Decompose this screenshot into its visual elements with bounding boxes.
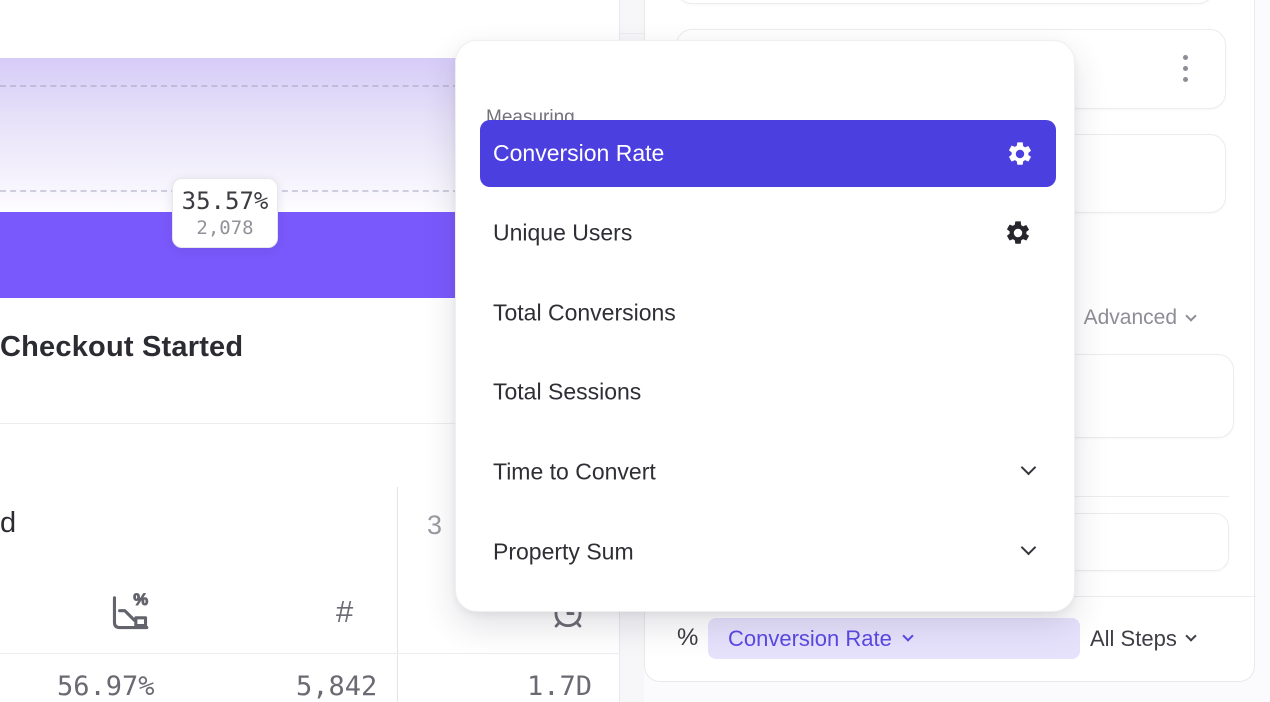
svg-text:%: %	[133, 590, 148, 609]
table-step-name-fragment: d	[0, 507, 16, 540]
menu-item-unique-users[interactable]: Unique Users	[493, 220, 632, 247]
table-row-divider	[0, 653, 620, 654]
menu-item-total-conversions[interactable]: Total Conversions	[493, 300, 676, 327]
measuring-dropdown: Measuring Conversion Rate Unique Users T…	[455, 40, 1075, 612]
menu-item-property-sum[interactable]: Property Sum	[493, 539, 634, 566]
menu-item-conversion-rate[interactable]: Conversion Rate	[480, 120, 1056, 187]
all-steps-label: All Steps	[1090, 626, 1177, 652]
builder-row-card-top[interactable]	[676, 0, 1214, 4]
chevron-down-icon	[1185, 630, 1196, 641]
gear-icon[interactable]	[1004, 219, 1032, 247]
gear-icon[interactable]	[1006, 140, 1034, 168]
kebab-menu-icon[interactable]	[1183, 55, 1189, 82]
measuring-chip-button[interactable]: Conversion Rate	[708, 618, 1080, 659]
menu-item-label: Conversion Rate	[493, 140, 664, 167]
chevron-down-icon	[1185, 310, 1196, 321]
percent-symbol: %	[677, 624, 698, 652]
menu-item-time-to-convert[interactable]: Time to Convert	[493, 459, 656, 486]
chevron-down-icon	[902, 630, 913, 641]
table-column-divider	[397, 487, 398, 702]
tooltip-conversion-rate: 35.57%	[173, 186, 277, 216]
advanced-label: Advanced	[1084, 306, 1177, 330]
step-title: Checkout Started	[0, 331, 243, 364]
menu-item-total-sessions[interactable]: Total Sessions	[493, 379, 641, 406]
all-steps-selector[interactable]: All Steps	[1090, 618, 1240, 659]
bar-tooltip: 35.57% 2,078	[172, 178, 278, 248]
table-next-step-number: 3	[427, 510, 442, 541]
tooltip-count: 2,078	[173, 216, 277, 241]
measuring-chip-label: Conversion Rate	[728, 626, 892, 652]
count-icon[interactable]: #	[336, 594, 353, 630]
metric-count-value: 5,842	[296, 671, 377, 702]
conversion-rate-icon[interactable]: %	[108, 590, 152, 639]
chevron-down-icon[interactable]	[1021, 540, 1037, 556]
chevron-down-icon[interactable]	[1021, 460, 1037, 476]
metric-time-value: 1.7D	[527, 671, 592, 702]
metric-conversion-rate-value: 56.97%	[57, 671, 155, 702]
